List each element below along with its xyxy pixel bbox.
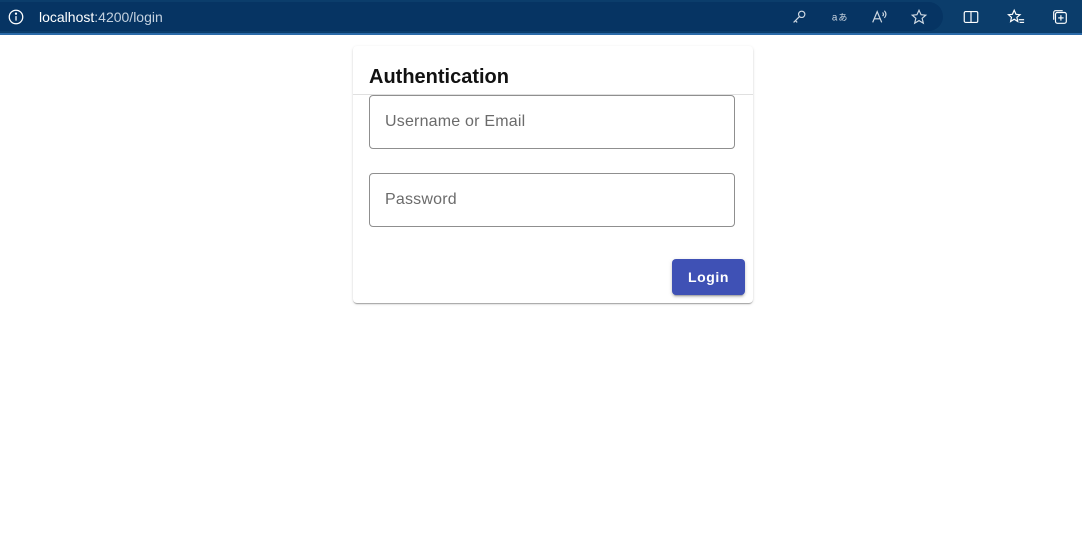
password-field[interactable] <box>369 173 735 227</box>
read-aloud-icon[interactable] <box>869 7 889 27</box>
password-input[interactable] <box>370 174 734 226</box>
username-input[interactable] <box>370 96 734 148</box>
collections-icon[interactable] <box>1050 7 1070 27</box>
info-icon[interactable] <box>6 7 26 27</box>
split-screen-icon[interactable] <box>961 7 981 27</box>
login-button[interactable]: Login <box>672 259 745 295</box>
favorite-star-icon[interactable] <box>909 7 929 27</box>
card-title: Authentication <box>369 66 509 88</box>
browser-bar-divider <box>0 33 1082 35</box>
login-card: Authentication Login <box>353 46 753 303</box>
url-path: :4200/login <box>94 9 163 25</box>
translate-icon[interactable]: a あ <box>829 7 851 27</box>
svg-text:a: a <box>832 12 838 23</box>
svg-text:あ: あ <box>838 12 847 23</box>
favorites-list-icon[interactable] <box>1006 7 1026 27</box>
username-field[interactable] <box>369 95 735 149</box>
key-icon[interactable] <box>789 7 809 27</box>
url-host: localhost <box>39 9 95 25</box>
url-text[interactable]: localhost:4200/login <box>39 9 163 25</box>
browser-address-bar: localhost:4200/login a あ <box>0 0 1082 35</box>
